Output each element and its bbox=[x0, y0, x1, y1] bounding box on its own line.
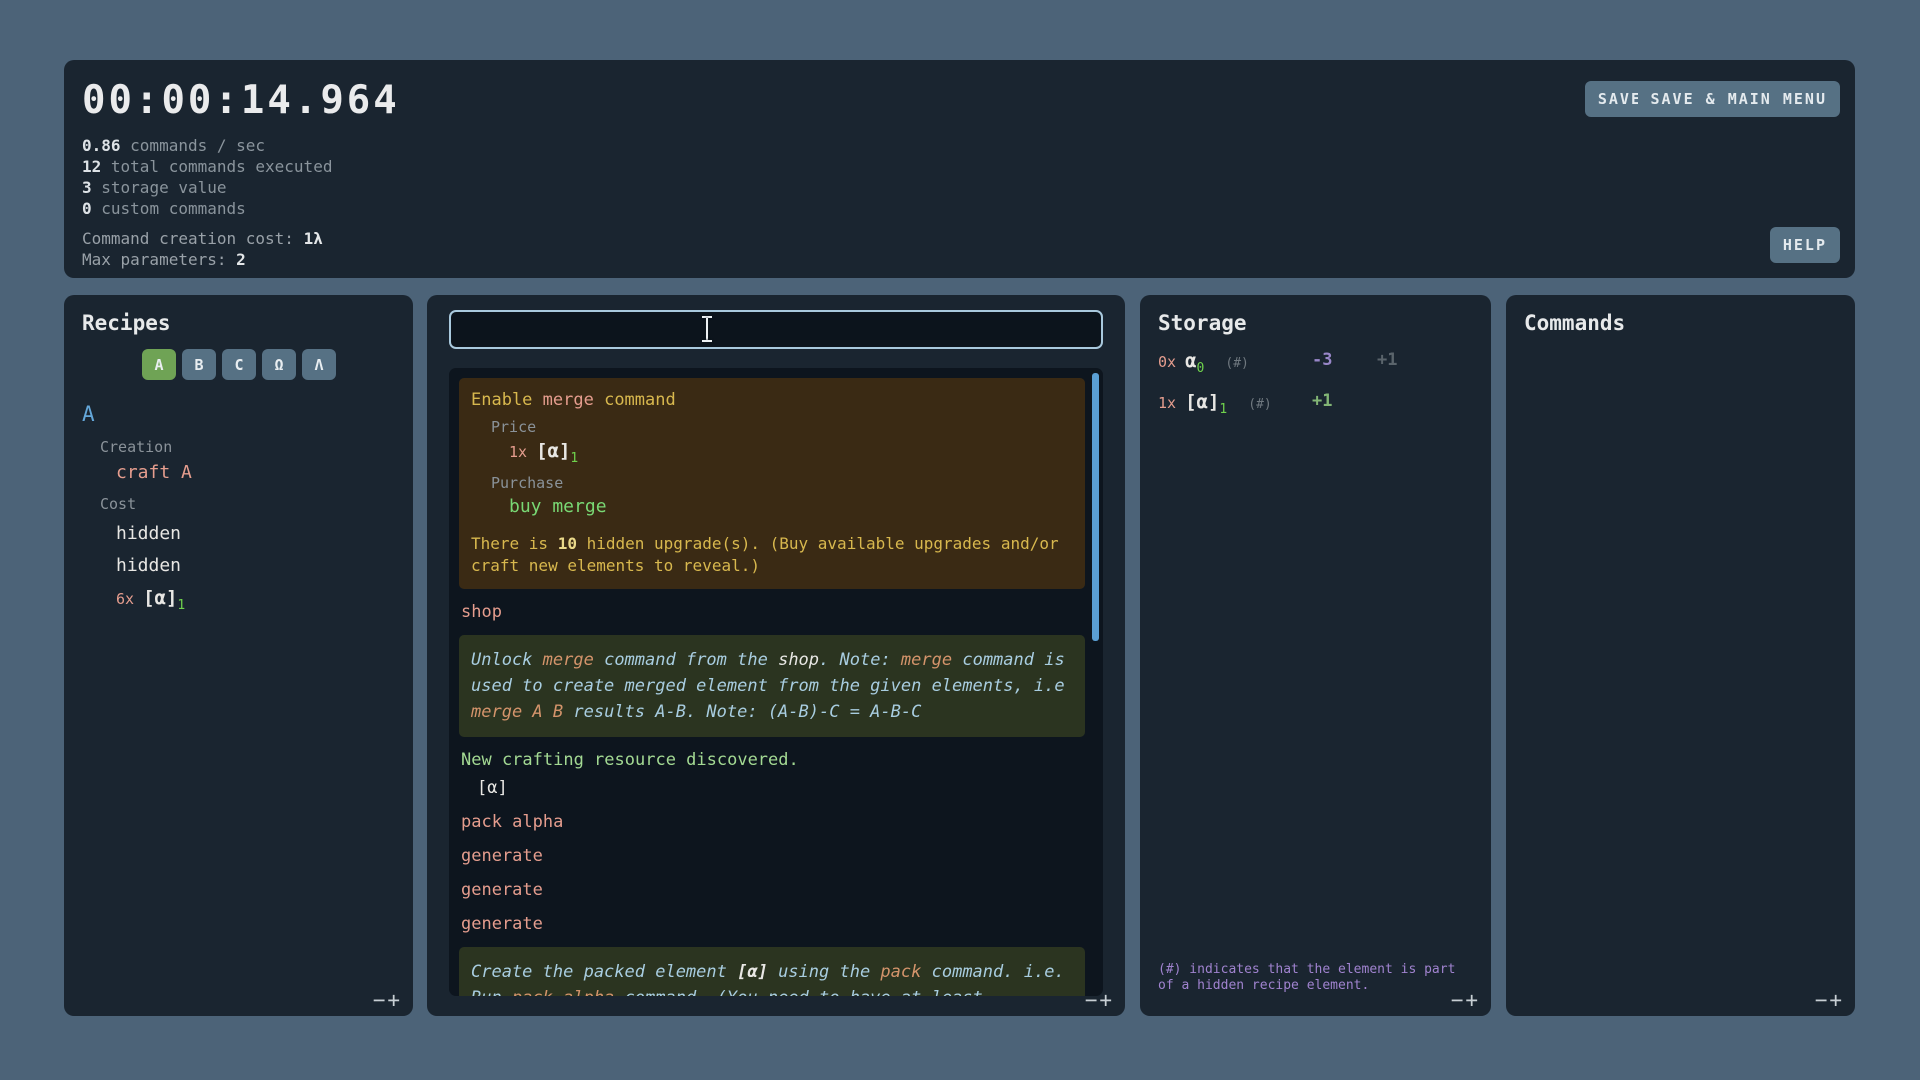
rate-value-1: -3 bbox=[1312, 350, 1332, 370]
element-name: [α] bbox=[1185, 391, 1219, 413]
element-subscript: 0 bbox=[1197, 361, 1205, 376]
tab-recipe-b[interactable]: B bbox=[182, 349, 216, 380]
recipes-resize-controls: −+ bbox=[372, 988, 401, 1012]
purchase-label: Purchase bbox=[491, 474, 1073, 492]
grow-button[interactable]: + bbox=[1464, 988, 1479, 1012]
echo-generate-command-2: generate bbox=[461, 879, 1085, 901]
recipe-tabs: A B C Ω Λ bbox=[142, 349, 395, 380]
shrink-button[interactable]: − bbox=[1450, 988, 1465, 1012]
storage-row-packed-alpha: 1x [α]1 (#) +1 bbox=[1158, 391, 1473, 417]
console-panel: Enable merge command Price 1x [α]1 Purch… bbox=[427, 295, 1125, 1016]
shrink-button[interactable]: − bbox=[1814, 988, 1829, 1012]
cost-item-hidden-1: hidden bbox=[116, 523, 395, 545]
cost-item-alpha-pack: 6x [α]1 bbox=[116, 587, 395, 617]
timer: 00:00:14.964 bbox=[82, 78, 1839, 123]
shrink-button[interactable]: − bbox=[372, 988, 387, 1012]
merge-hint-box: Unlock merge command from the shop. Note… bbox=[459, 635, 1085, 737]
hidden-upgrades-note: There is 10 hidden upgrade(s). (Buy avai… bbox=[471, 533, 1073, 577]
hidden-recipe-marker: (#) bbox=[1248, 397, 1271, 412]
costs-block: Command creation cost: 1λ Max parameters… bbox=[82, 228, 1839, 270]
creation-command: craft A bbox=[116, 462, 395, 483]
storage-title: Storage bbox=[1158, 311, 1473, 335]
cost-item-hidden-2: hidden bbox=[116, 555, 395, 577]
save-main-menu-button[interactable]: SAVE & MAIN MENU bbox=[1638, 81, 1841, 117]
commands-panel: Commands −+ bbox=[1506, 295, 1855, 1016]
log-scrollbar-thumb[interactable] bbox=[1092, 373, 1099, 641]
recipes-title: Recipes bbox=[82, 311, 395, 335]
echo-pack-alpha-command: pack alpha bbox=[461, 811, 1085, 833]
stat-total-commands: 12 total commands executed bbox=[82, 156, 1839, 177]
upgrade-title: Enable merge command bbox=[471, 390, 1073, 410]
cost-label: Cost bbox=[100, 495, 395, 513]
price-value: 1x [α]1 bbox=[509, 440, 1073, 466]
pack-hint-box: Create the packed element [α] using the … bbox=[459, 947, 1085, 996]
commands-resize-controls: −+ bbox=[1814, 988, 1843, 1012]
echo-shop-command: shop bbox=[461, 601, 1085, 623]
tab-recipe-c[interactable]: C bbox=[222, 349, 256, 380]
creation-label: Creation bbox=[100, 438, 395, 456]
recipe-name: A bbox=[82, 402, 395, 426]
console-resize-controls: −+ bbox=[1084, 988, 1113, 1012]
stat-commands-per-sec: 0.86 commands / sec bbox=[82, 135, 1839, 156]
echo-generate-command-3: generate bbox=[461, 913, 1085, 935]
echo-generate-command-1: generate bbox=[461, 845, 1085, 867]
tab-recipe-a[interactable]: A bbox=[142, 349, 176, 380]
storage-row-alpha: 0x α0 (#) -3 +1 bbox=[1158, 350, 1473, 376]
grow-button[interactable]: + bbox=[386, 988, 401, 1012]
grow-button[interactable]: + bbox=[1828, 988, 1843, 1012]
rate-value-2: +1 bbox=[1377, 350, 1397, 370]
element-subscript: 1 bbox=[1219, 402, 1227, 417]
max-parameters: Max parameters: 2 bbox=[82, 249, 1839, 270]
commands-title: Commands bbox=[1524, 311, 1837, 335]
grow-button[interactable]: + bbox=[1098, 988, 1113, 1012]
tab-recipe-omega[interactable]: Ω bbox=[262, 349, 296, 380]
storage-panel: Storage 0x α0 (#) -3 +1 1x [α]1 (#) +1 (… bbox=[1140, 295, 1491, 1016]
discovered-element: [α] bbox=[477, 777, 1085, 799]
help-button[interactable]: HELP bbox=[1770, 227, 1840, 263]
stat-storage-value: 3 storage value bbox=[82, 177, 1839, 198]
element-count: 0x bbox=[1158, 353, 1176, 371]
shrink-button[interactable]: − bbox=[1084, 988, 1099, 1012]
storage-footnote: (#) indicates that the element is part o… bbox=[1158, 962, 1473, 994]
upgrade-offer-box: Enable merge command Price 1x [α]1 Purch… bbox=[459, 378, 1085, 589]
storage-resize-controls: −+ bbox=[1450, 988, 1479, 1012]
hidden-recipe-marker: (#) bbox=[1225, 356, 1248, 371]
price-label: Price bbox=[491, 418, 1073, 436]
purchase-command: buy merge bbox=[509, 496, 1073, 517]
discovery-message: New crafting resource discovered. bbox=[461, 749, 1085, 771]
stat-custom-commands: 0 custom commands bbox=[82, 198, 1839, 219]
console-log[interactable]: Enable merge command Price 1x [α]1 Purch… bbox=[449, 368, 1103, 996]
command-input[interactable] bbox=[449, 310, 1103, 349]
header-panel: 00:00:14.964 0.86 commands / sec 12 tota… bbox=[64, 60, 1855, 278]
command-creation-cost: Command creation cost: 1λ bbox=[82, 228, 1839, 249]
element-name: α bbox=[1185, 350, 1196, 372]
rate-value-1: +1 bbox=[1312, 391, 1332, 411]
stats-block: 0.86 commands / sec 12 total commands ex… bbox=[82, 135, 1839, 219]
element-count: 1x bbox=[1158, 394, 1176, 412]
tab-recipe-lambda[interactable]: Λ bbox=[302, 349, 336, 380]
recipes-panel: Recipes A B C Ω Λ A Creation craft A Cos… bbox=[64, 295, 413, 1016]
